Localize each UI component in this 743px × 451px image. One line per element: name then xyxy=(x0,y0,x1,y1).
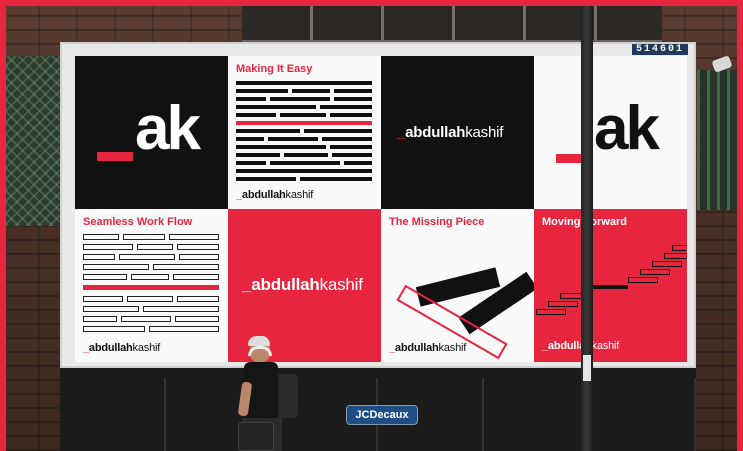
poster-grid: ak Making It Easy _abdullahkashif _abdul… xyxy=(75,56,687,362)
brand-logo: _abdullahkashif xyxy=(397,124,504,141)
green-fence-left xyxy=(6,56,62,226)
brand-logo: _abdullahkashif xyxy=(389,342,467,354)
billboard: 514601 ak Making It Easy _abdullahkashif… xyxy=(60,42,696,368)
monogram-ak: ak xyxy=(594,94,660,163)
tile-wordmark-dark: _abdullahkashif xyxy=(381,56,534,209)
tile-monogram-light: ak xyxy=(534,56,687,209)
billboard-id-plate: 514601 xyxy=(631,44,688,55)
street-pole xyxy=(581,0,593,451)
headphones-icon xyxy=(248,346,272,356)
tile-title-seamless-work-flow: Seamless Work Flow xyxy=(83,216,193,228)
monogram-ak: ak xyxy=(135,94,201,163)
building-window xyxy=(242,0,662,42)
green-fence-right xyxy=(697,70,737,210)
tile-seamless-work-flow: Seamless Work Flow _abdullahkashif xyxy=(75,209,228,362)
tile-monogram-dark: ak xyxy=(75,56,228,209)
pole-sticker xyxy=(583,355,591,381)
brand-logo: _abdullahkashif xyxy=(236,189,314,201)
tile-title-the-missing-piece: The Missing Piece xyxy=(389,216,485,228)
brand-logo: _abdullahkashif xyxy=(242,275,363,294)
brand-underscore-mark xyxy=(97,152,133,161)
carry-bag xyxy=(238,422,274,451)
pedestrian-with-headphones xyxy=(237,336,298,451)
jcdecaux-badge: JCDecaux xyxy=(346,405,418,425)
cap xyxy=(248,336,270,346)
tile-moving-forward: Moving Forward _abdullahkashif xyxy=(534,209,687,362)
tile-the-missing-piece: The Missing Piece _abdullahkashif xyxy=(381,209,534,362)
tile-title-making-it-easy: Making It Easy xyxy=(236,63,313,75)
brand-logo: _abdullahkashif xyxy=(83,342,161,354)
tile-making-it-easy: Making It Easy _abdullahkashif xyxy=(228,56,381,209)
